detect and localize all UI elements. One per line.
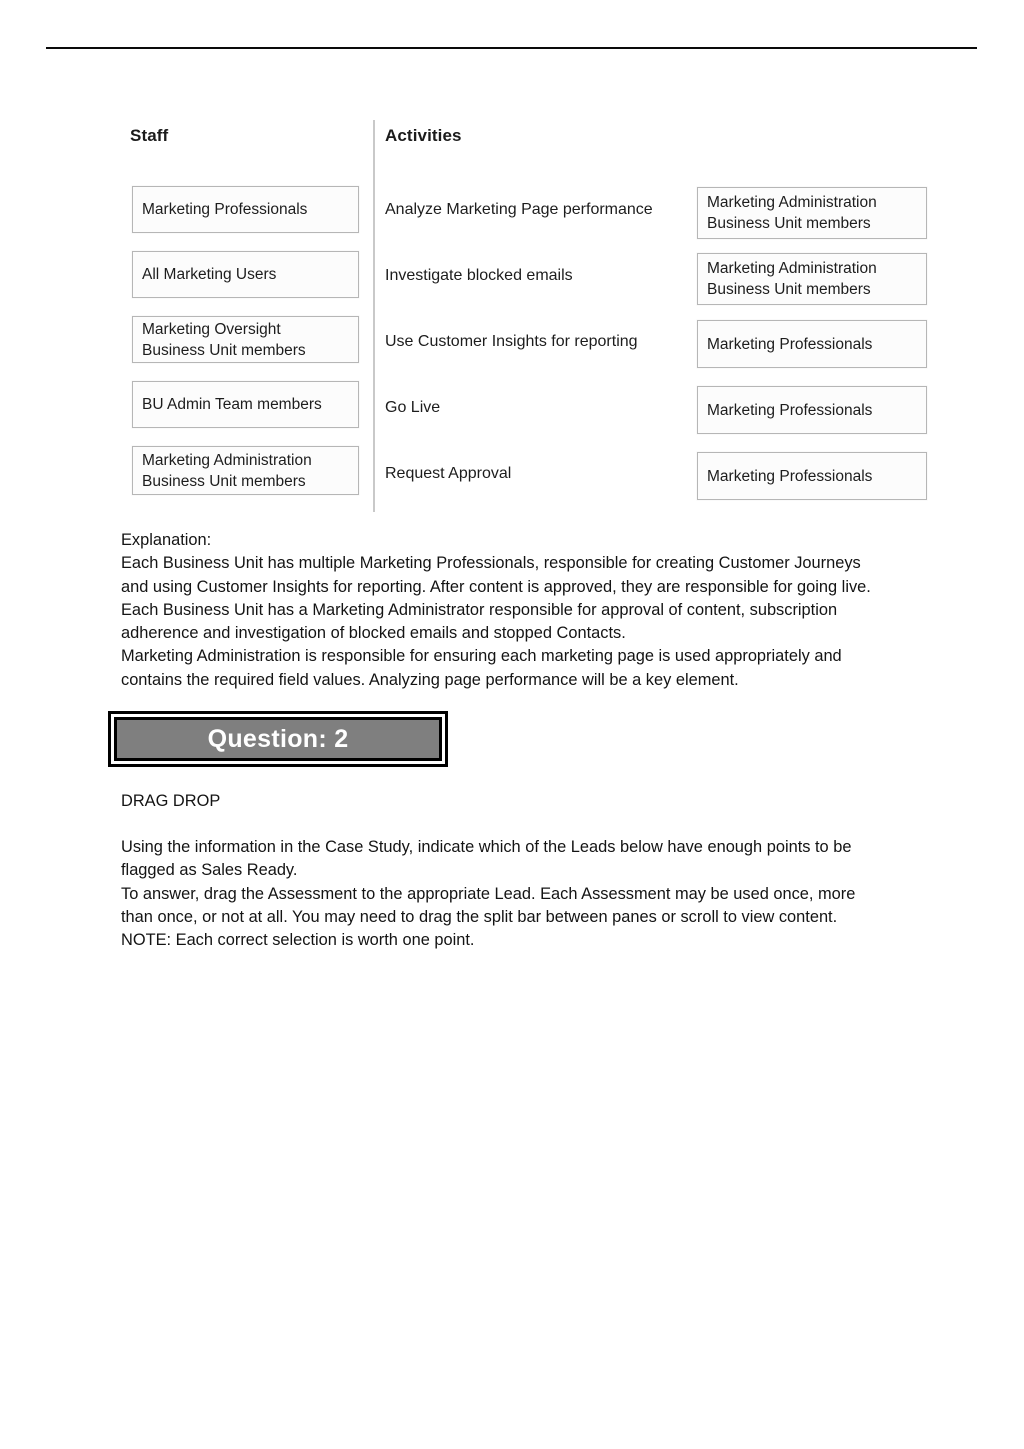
question-banner-fill: Question: 2 [118,721,438,757]
staff-option-chip[interactable]: Marketing Professionals [132,186,359,233]
staff-option-chip[interactable]: All Marketing Users [132,251,359,298]
activity-label: Request Approval [385,465,512,482]
staff-option-line2: Business Unit members [142,341,306,359]
activities-column-header: Activities [385,126,462,145]
staff-option-line1: Marketing Administration [142,451,312,469]
activity-answer-line2: Business Unit members [707,281,871,298]
question-text-block: Using the information in the Case Study,… [121,836,939,952]
staff-option-line2: Business Unit members [142,472,306,490]
staff-option-chip[interactable]: Marketing Administration Business Unit m… [132,446,359,495]
activity-label: Go Live [385,399,441,416]
question-number-title: Question: 2 [207,724,349,753]
question-banner-inner-border: Question: 2 [114,717,442,761]
staff-option-chip[interactable]: Marketing Oversight Business Unit member… [132,316,359,363]
question-line-2: flagged as Sales Ready. [121,861,298,880]
question-line-3: To answer, drag the Assessment to the ap… [121,884,856,903]
header-divider-rule [46,47,977,49]
staff-option-line1: Marketing Oversight [142,320,281,338]
explanation-line-4: adherence and investigation of blocked e… [121,624,626,643]
activity-label: Analyze Marketing Page performance [385,201,653,218]
question-line-1: Using the information in the Case Study,… [121,838,852,856]
activity-answer-line2: Business Unit members [707,215,871,232]
explanation-line-6: contains the required field values. Anal… [121,670,739,689]
explanation-line-5: Marketing Administration is responsible … [121,647,842,666]
staff-option-line1: BU Admin Team members [142,396,322,413]
activity-label: Investigate blocked emails [385,267,573,284]
activity-answer-chip[interactable]: Marketing Professionals [697,386,927,434]
explanation-line-2: and using Customer Insights for reportin… [121,577,871,596]
exhibit-column-divider [373,120,375,512]
activity-answer-chip[interactable]: Marketing Administration Business Unit m… [697,187,927,239]
staff-option-line1: Marketing Professionals [142,201,308,218]
activity-answer-line1: Marketing Administration [707,194,877,211]
activity-label: Use Customer Insights for reporting [385,333,638,350]
question-line-4: than once, or not at all. You may need t… [121,907,838,926]
explanation-line-3: Each Business Unit has a Marketing Admin… [121,600,838,619]
staff-option-chip[interactable]: BU Admin Team members [132,381,359,428]
activity-answer-line1: Marketing Administration [707,260,877,277]
activity-answer-line1: Marketing Professionals [707,335,873,353]
explanation-line-1: Each Business Unit has multiple Marketin… [121,554,861,573]
explanation-block: Explanation: Each Business Unit has mult… [121,529,939,692]
activity-answer-chip[interactable]: Marketing Professionals [697,452,927,500]
activity-answer-line1: Marketing Professionals [707,467,873,485]
exhibit-drag-drop-image: Staff Activities Marketing Professionals… [120,112,950,512]
question-banner: Question: 2 [108,711,448,767]
staff-option-line1: All Marketing Users [142,266,277,283]
activity-answer-chip[interactable]: Marketing Administration Business Unit m… [697,253,927,305]
activity-answer-line1: Marketing Professionals [707,401,873,419]
staff-column-header: Staff [130,126,169,145]
question-type-label: DRAG DROP [121,792,221,810]
question-line-5: NOTE: Each correct selection is worth on… [121,931,475,950]
explanation-heading: Explanation: [121,531,212,549]
question-type-label-block: DRAG DROP [121,790,939,813]
activity-answer-chip[interactable]: Marketing Professionals [697,320,927,368]
